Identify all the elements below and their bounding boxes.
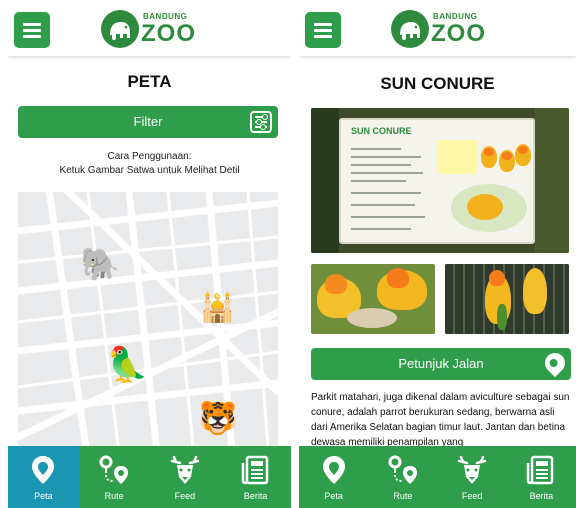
nav-feed[interactable]: Feed [150,446,221,508]
deer-icon [457,455,487,484]
animal-description: Parkit matahari, juga dikenal dalam avic… [311,392,570,448]
parrot-photo-1 [311,264,435,334]
map-screen: BANDUNG ZOO PETA Filter Cara Penggunaan:… [8,0,291,508]
menu-button[interactable] [305,12,341,48]
zoo-map[interactable]: 🐘 🕌 🦜 🐯 [18,192,278,446]
animal-title: SUN CONURE [380,74,495,93]
tiger-marker-icon[interactable]: 🐯 [198,402,238,434]
bottom-nav: Peta Rute Feed Berita [8,446,291,508]
nav-berita[interactable]: Berita [220,446,291,508]
nav-peta[interactable]: Peta [8,446,79,508]
parrot-marker-icon[interactable]: 🦜 [106,348,148,382]
menu-button[interactable] [14,12,50,48]
elephant-marker-icon[interactable]: 🐘 [80,248,120,280]
animal-detail-screen: BANDUNG ZOO SUN CONURE SUN CONURE Petunj… [299,0,576,508]
nav-label: Rute [393,491,413,501]
page-title: PETA [127,72,172,91]
directions-button-label: Petunjuk Jalan [398,356,484,371]
logo-text-big: ZOO [141,20,196,47]
nav-peta[interactable]: Peta [299,446,368,508]
help-title: Cara Penggunaan: [107,151,192,162]
nav-label: Rute [104,491,124,501]
logo-text-big: ZOO [431,20,486,47]
nav-rute[interactable]: Rute [79,446,150,508]
nav-label: Peta [324,491,343,501]
nav-rute[interactable]: Rute [368,446,437,508]
parrot-photo-2 [445,264,569,334]
map-pin-icon [32,456,55,484]
directions-button[interactable]: Petunjuk Jalan [311,348,571,380]
filter-button-label: Filter [133,114,163,129]
location-pin-icon [540,348,570,378]
filter-button[interactable]: Filter [18,106,278,138]
route-icon [388,455,417,484]
info-sign-photo: SUN CONURE [311,108,569,253]
bandung-zoo-logo: BANDUNG ZOO [101,8,201,50]
nav-label: Berita [243,491,268,501]
nav-label: Feed [461,491,483,501]
route-icon [99,455,129,484]
elephant-logo-icon [101,10,139,48]
map-pin-icon [322,456,345,484]
newspaper-icon [527,455,554,485]
bottom-nav: Peta Rute Feed Berita [299,446,576,508]
nav-berita[interactable]: Berita [507,446,576,508]
sliders-icon [250,111,272,133]
bandung-zoo-logo: BANDUNG ZOO [391,8,491,50]
top-bar: BANDUNG ZOO [8,0,291,56]
parrot-illustration [481,146,497,168]
newspaper-icon [241,455,268,485]
info-sign: SUN CONURE [339,118,535,244]
mosque-marker-icon[interactable]: 🕌 [200,294,235,322]
help-text: Ketuk Gambar Satwa untuk Melihat Detil [59,165,240,176]
parrot-illustration [499,150,515,172]
top-bar: BANDUNG ZOO [299,0,576,56]
parrot-illustration [515,144,531,166]
elephant-logo-icon [391,10,429,48]
nav-label: Berita [529,491,554,501]
nav-label: Feed [174,491,196,501]
sign-title: SUN CONURE [351,126,412,136]
deer-icon [170,455,200,484]
nav-feed[interactable]: Feed [438,446,507,508]
nav-label: Peta [34,491,53,501]
